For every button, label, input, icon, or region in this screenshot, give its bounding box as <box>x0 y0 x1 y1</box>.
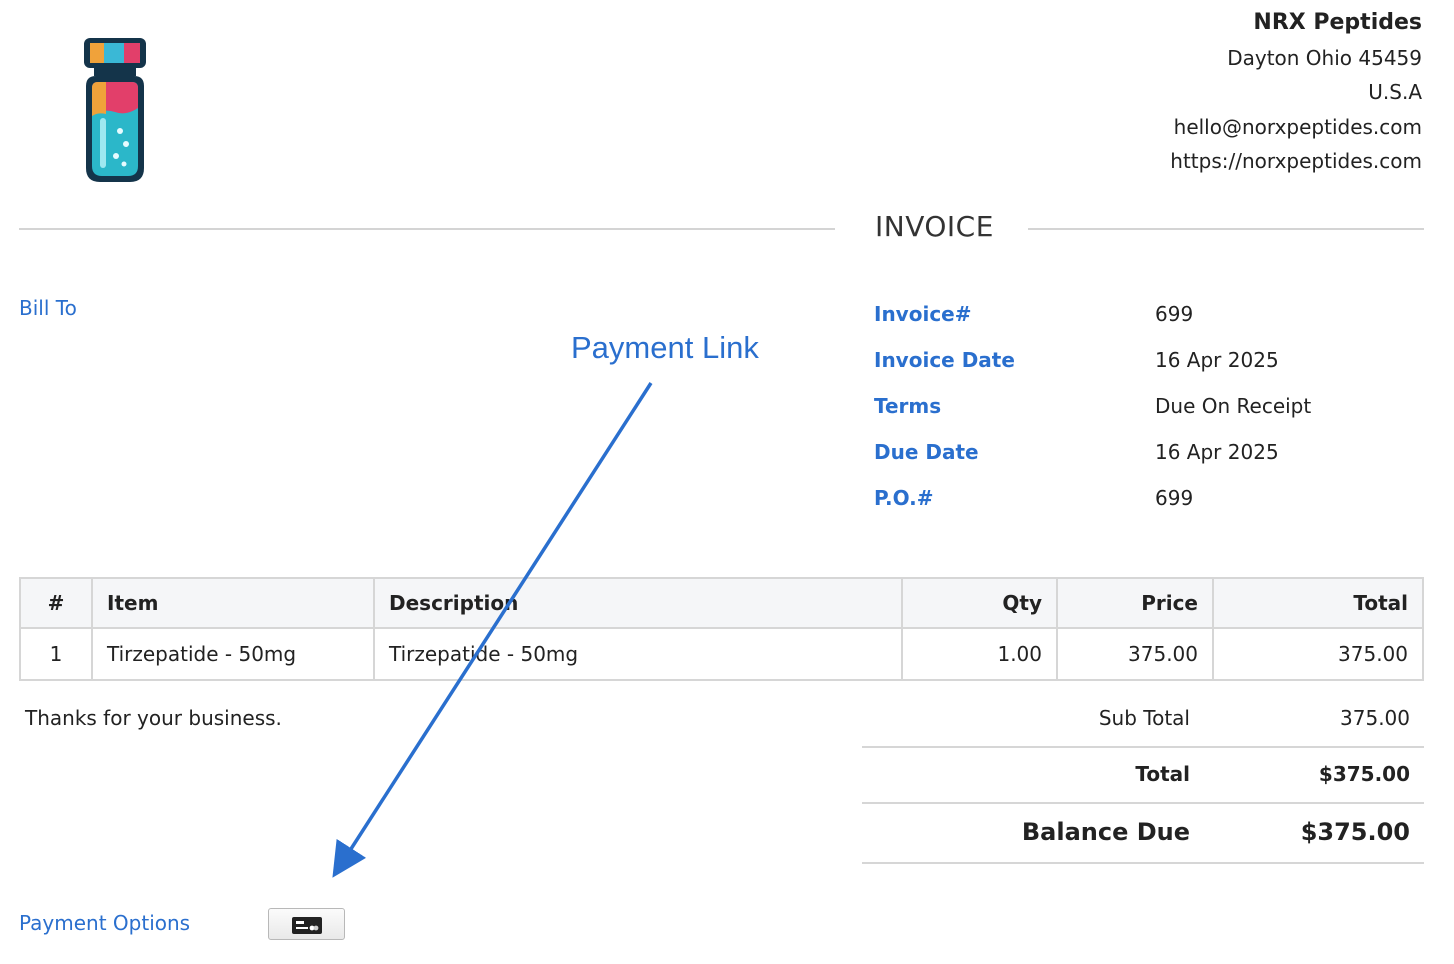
meta-value-invoice-number: 699 <box>1155 302 1194 326</box>
subtotal-value: 375.00 <box>1340 706 1410 730</box>
company-website: https://norxpeptides.com <box>1170 149 1422 173</box>
total-value: $375.00 <box>1318 762 1410 786</box>
credit-card-icon <box>292 917 322 934</box>
totals-divider <box>862 802 1424 804</box>
divider-left <box>19 228 835 230</box>
header-description: Description <box>373 577 903 629</box>
header-total: Total <box>1212 577 1424 629</box>
table-row: 1 Tirzepatide - 50mg Tirzepatide - 50mg … <box>19 627 1424 681</box>
vial-logo-icon <box>84 38 146 182</box>
company-address: Dayton Ohio 45459 <box>1227 45 1422 70</box>
company-email: hello@norxpeptides.com <box>1173 114 1422 139</box>
header-qty: Qty <box>901 577 1058 629</box>
cell-total: 375.00 <box>1212 627 1424 681</box>
meta-label-po-number: P.O.# <box>874 486 934 510</box>
meta-label-terms: Terms <box>874 394 942 418</box>
header-number: # <box>19 577 93 629</box>
meta-value-terms: Due On Receipt <box>1155 394 1312 418</box>
cell-number: 1 <box>19 627 93 681</box>
table-header-row: # Item Description Qty Price Total <box>19 577 1424 629</box>
total-label: Total <box>1135 762 1190 786</box>
meta-value-due-date: 16 Apr 2025 <box>1155 440 1279 464</box>
document-title: INVOICE <box>875 210 994 243</box>
cell-price: 375.00 <box>1056 627 1214 681</box>
subtotal-label: Sub Total <box>1098 706 1190 730</box>
meta-label-invoice-date: Invoice Date <box>874 348 1015 372</box>
meta-label-due-date: Due Date <box>874 440 979 464</box>
company-country: U.S.A <box>1368 80 1422 104</box>
payment-link-annotation: Payment Link <box>571 330 759 365</box>
cell-description: Tirzepatide - 50mg <box>373 627 903 681</box>
totals-divider <box>862 746 1424 748</box>
balance-due-value: $375.00 <box>1300 818 1410 846</box>
company-name: NRX Peptides <box>1253 10 1422 35</box>
divider-right <box>1028 228 1424 230</box>
meta-value-invoice-date: 16 Apr 2025 <box>1155 348 1279 372</box>
payment-options-label: Payment Options <box>19 911 191 935</box>
header-item: Item <box>91 577 375 629</box>
cell-qty: 1.00 <box>901 627 1058 681</box>
line-items-table: # Item Description Qty Price Total 1 Tir… <box>19 577 1424 681</box>
meta-label-invoice-number: Invoice# <box>874 302 972 326</box>
notes-text: Thanks for your business. <box>25 706 282 730</box>
cell-item: Tirzepatide - 50mg <box>91 627 375 681</box>
company-info: NRX Peptides Dayton Ohio 45459 U.S.A hel… <box>1170 6 1422 179</box>
totals-divider <box>862 862 1424 864</box>
payment-link-button[interactable] <box>268 908 345 940</box>
bill-to-label: Bill To <box>19 296 77 320</box>
balance-due-label: Balance Due <box>1021 818 1190 846</box>
header-price: Price <box>1056 577 1214 629</box>
meta-value-po-number: 699 <box>1155 486 1194 510</box>
